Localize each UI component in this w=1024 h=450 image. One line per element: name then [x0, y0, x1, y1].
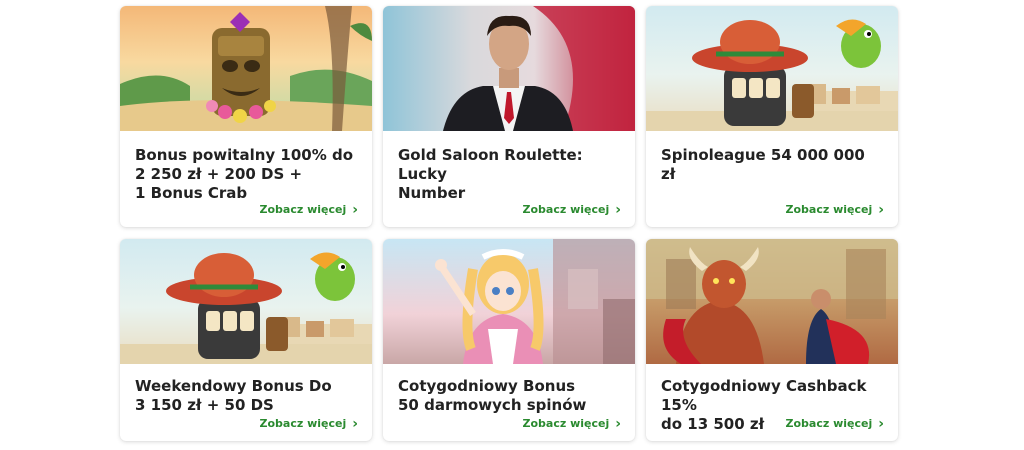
- promo-card-weekly-cashback[interactable]: Cotygodniowy Cashback 15% do 13 500 zł Z…: [646, 239, 898, 441]
- promo-title: Bonus powitalny 100% do 2 250 zł + 200 D…: [135, 146, 354, 202]
- promo-card-welcome-bonus[interactable]: Bonus powitalny 100% do 2 250 zł + 200 D…: [120, 6, 372, 227]
- see-more-link[interactable]: Zobacz więcej ›: [259, 201, 358, 218]
- chevron-right-icon: ›: [878, 201, 884, 218]
- see-more-link[interactable]: Zobacz więcej ›: [259, 415, 358, 432]
- promo-image: [120, 239, 372, 364]
- promo-card-spinoleague[interactable]: Spinoleague 54 000 000 zł Zobacz więcej …: [646, 6, 898, 227]
- promo-image: [646, 6, 898, 131]
- see-more-link[interactable]: Zobacz więcej ›: [522, 201, 621, 218]
- chevron-right-icon: ›: [352, 415, 358, 432]
- promo-card-gold-saloon-roulette[interactable]: Gold Saloon Roulette: Lucky Number Zobac…: [383, 6, 635, 227]
- promotions-grid: Bonus powitalny 100% do 2 250 zł + 200 D…: [120, 6, 899, 441]
- chevron-right-icon: ›: [352, 201, 358, 218]
- promo-title: Spinoleague 54 000 000 zł: [661, 146, 865, 183]
- sombrero-slot-illustration: [120, 252, 372, 364]
- promo-title: Cotygodniowy Bonus 50 darmowych spinów: [398, 377, 587, 414]
- chevron-right-icon: ›: [615, 415, 621, 432]
- sombrero-slot-illustration: [646, 19, 898, 131]
- promo-image: [383, 6, 635, 131]
- see-more-link[interactable]: Zobacz więcej ›: [785, 201, 884, 218]
- bull-matador-illustration: [646, 239, 898, 364]
- promo-card-weekend-bonus[interactable]: Weekendowy Bonus Do 3 150 zł + 50 DS Zob…: [120, 239, 372, 441]
- promo-image: [646, 239, 898, 364]
- promo-title: Weekendowy Bonus Do 3 150 zł + 50 DS: [135, 377, 332, 414]
- promo-card-weekly-bonus[interactable]: Cotygodniowy Bonus 50 darmowych spinów Z…: [383, 239, 635, 441]
- promo-title: Gold Saloon Roulette: Lucky Number: [398, 146, 583, 202]
- chevron-right-icon: ›: [878, 415, 884, 432]
- see-more-link[interactable]: Zobacz więcej ›: [522, 415, 621, 432]
- see-more-link[interactable]: Zobacz więcej ›: [785, 415, 884, 432]
- promo-image: [120, 6, 372, 131]
- chevron-right-icon: ›: [615, 201, 621, 218]
- anime-girl-illustration: [435, 239, 635, 364]
- roulette-dealer-illustration: [443, 6, 635, 131]
- promo-image: [383, 239, 635, 364]
- tiki-mask-illustration: [120, 6, 372, 131]
